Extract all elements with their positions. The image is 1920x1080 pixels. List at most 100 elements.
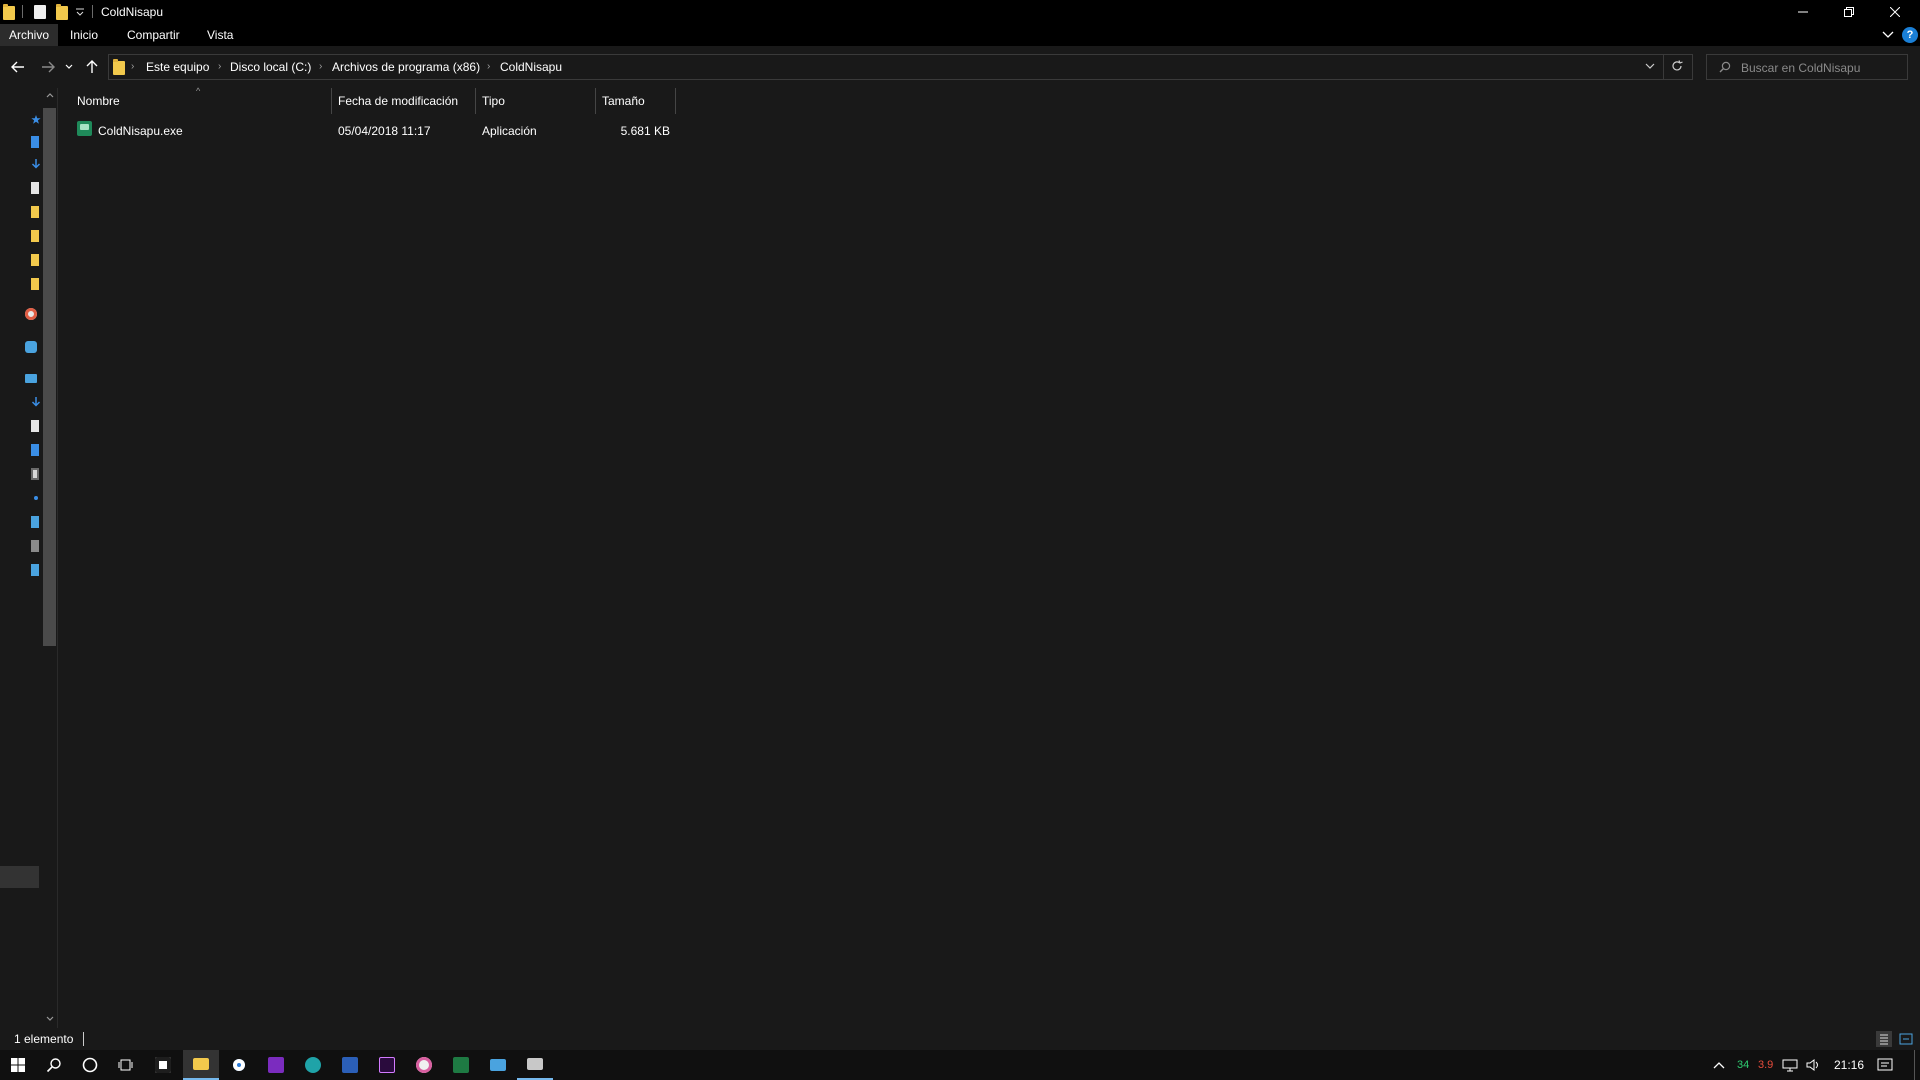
- column-divider[interactable]: [331, 88, 332, 114]
- start-button[interactable]: [0, 1050, 36, 1080]
- excel-button[interactable]: [443, 1050, 479, 1080]
- column-header-name[interactable]: Nombre: [77, 88, 120, 114]
- desktop-icon[interactable]: [31, 444, 39, 456]
- tab-vista[interactable]: Vista: [198, 24, 242, 46]
- folder-icon[interactable]: [31, 206, 39, 218]
- pictures-icon[interactable]: [31, 468, 39, 480]
- word-button[interactable]: [332, 1050, 368, 1080]
- expand-ribbon-icon[interactable]: [1882, 28, 1894, 40]
- quick-access-separator: [22, 5, 23, 18]
- customize-toolbar-icon[interactable]: [76, 6, 84, 22]
- column-header-size[interactable]: Tamaño: [602, 88, 645, 114]
- forward-button[interactable]: [37, 56, 59, 78]
- network-drive-icon[interactable]: [31, 564, 39, 576]
- folder-icon[interactable]: [31, 278, 39, 290]
- tab-inicio[interactable]: Inicio: [61, 24, 107, 46]
- refresh-icon[interactable]: [1670, 59, 1684, 73]
- help-button[interactable]: ?: [1902, 27, 1918, 43]
- this-pc-icon[interactable]: [25, 374, 37, 383]
- arrow-up-icon: [86, 60, 98, 73]
- app-button-circle[interactable]: [221, 1050, 257, 1080]
- folder-icon: [193, 1058, 209, 1070]
- search-box[interactable]: [1706, 54, 1908, 80]
- navigation-scroll-thumb[interactable]: [43, 108, 56, 646]
- search-button[interactable]: [36, 1050, 72, 1080]
- downloads-icon[interactable]: [31, 158, 41, 170]
- file-date: 05/04/2018 11:17: [338, 124, 431, 138]
- minimize-button[interactable]: [1780, 0, 1826, 24]
- task-view-icon: [118, 1059, 133, 1071]
- cortana-button[interactable]: [72, 1050, 108, 1080]
- new-folder-icon[interactable]: [56, 4, 68, 20]
- volume-icon[interactable]: [1806, 1058, 1822, 1072]
- tray-temp-green[interactable]: 34: [1737, 1050, 1749, 1080]
- itunes-button[interactable]: [406, 1050, 442, 1080]
- column-header-date[interactable]: Fecha de modificación: [338, 88, 458, 114]
- downloads-icon[interactable]: [31, 396, 41, 408]
- breadcrumb-este-equipo[interactable]: Este equipo: [146, 60, 209, 74]
- search-icon: [46, 1058, 61, 1073]
- onedrive-icon[interactable]: [25, 341, 37, 353]
- details-view-button[interactable]: [1876, 1031, 1892, 1047]
- objects-3d-icon[interactable]: [31, 516, 39, 528]
- breadcrumb-disco-local[interactable]: Disco local (C:): [230, 60, 311, 74]
- music-icon[interactable]: [34, 496, 38, 500]
- breadcrumb-coldnisapu[interactable]: ColdNisapu: [500, 60, 562, 74]
- remote-desktop-button[interactable]: [480, 1050, 516, 1080]
- breadcrumb-archivos-programa[interactable]: Archivos de programa (x86): [332, 60, 480, 74]
- folder-icon[interactable]: [31, 254, 39, 266]
- window-title: ColdNisapu: [101, 5, 164, 19]
- tab-archivo[interactable]: Archivo: [0, 24, 59, 46]
- coldnisapu-app-button[interactable]: [517, 1050, 553, 1080]
- large-icons-view-button[interactable]: [1898, 1031, 1914, 1047]
- tray-temp-red[interactable]: 3.9: [1758, 1050, 1773, 1080]
- column-header-type[interactable]: Tipo: [482, 88, 505, 114]
- premiere-button[interactable]: [369, 1050, 405, 1080]
- scroll-down-icon[interactable]: [46, 1016, 54, 1022]
- column-divider[interactable]: [675, 88, 676, 114]
- details-view-icon: [1880, 1034, 1888, 1045]
- onenote-button[interactable]: [258, 1050, 294, 1080]
- chevron-up-icon[interactable]: [1713, 1060, 1725, 1070]
- back-button[interactable]: [7, 56, 29, 78]
- local-disk-icon[interactable]: [31, 540, 39, 552]
- store-bag-icon: [155, 1057, 171, 1073]
- address-history-icon[interactable]: [1644, 60, 1656, 72]
- recent-locations-button[interactable]: [62, 56, 76, 78]
- task-view-button[interactable]: [108, 1050, 144, 1080]
- file-explorer-button[interactable]: [183, 1050, 219, 1080]
- folder-icon: [3, 4, 15, 20]
- restore-button[interactable]: [1826, 0, 1872, 24]
- microsoft-store-button[interactable]: [145, 1050, 181, 1080]
- column-divider[interactable]: [475, 88, 476, 114]
- close-button[interactable]: [1872, 0, 1918, 24]
- application-icon: [77, 121, 92, 136]
- desktop-icon[interactable]: [31, 136, 39, 148]
- action-center-icon[interactable]: [1877, 1058, 1893, 1072]
- arrow-left-icon: [11, 61, 24, 73]
- documents-icon[interactable]: [31, 420, 39, 432]
- nav-selected-item[interactable]: [0, 866, 39, 888]
- edge-button[interactable]: [295, 1050, 331, 1080]
- network-icon[interactable]: [1782, 1058, 1798, 1072]
- app-window-icon: [527, 1058, 543, 1070]
- quick-access-star-icon[interactable]: [31, 114, 41, 126]
- scroll-up-icon[interactable]: [46, 92, 54, 98]
- itunes-icon: [416, 1057, 432, 1073]
- column-divider[interactable]: [595, 88, 596, 114]
- folder-icon[interactable]: [31, 230, 39, 242]
- properties-icon[interactable]: [34, 5, 46, 19]
- address-bar[interactable]: › Este equipo › Disco local (C:) › Archi…: [108, 54, 1693, 80]
- search-input[interactable]: [1739, 58, 1903, 78]
- file-name[interactable]: ColdNisapu.exe: [98, 124, 183, 138]
- large-icons-view-icon: [1899, 1033, 1913, 1045]
- documents-icon[interactable]: [31, 182, 39, 194]
- tab-compartir[interactable]: Compartir: [118, 24, 189, 46]
- breadcrumb-separator: ›: [131, 61, 135, 72]
- up-button[interactable]: [81, 56, 103, 78]
- show-desktop-button[interactable]: [1914, 1050, 1915, 1080]
- breadcrumb-separator: ›: [319, 61, 323, 72]
- creative-cloud-icon[interactable]: [25, 308, 37, 320]
- clock[interactable]: 21:16: [1834, 1050, 1864, 1080]
- file-list[interactable]: Nombre ^ Fecha de modificación Tipo Tama…: [58, 86, 1920, 1028]
